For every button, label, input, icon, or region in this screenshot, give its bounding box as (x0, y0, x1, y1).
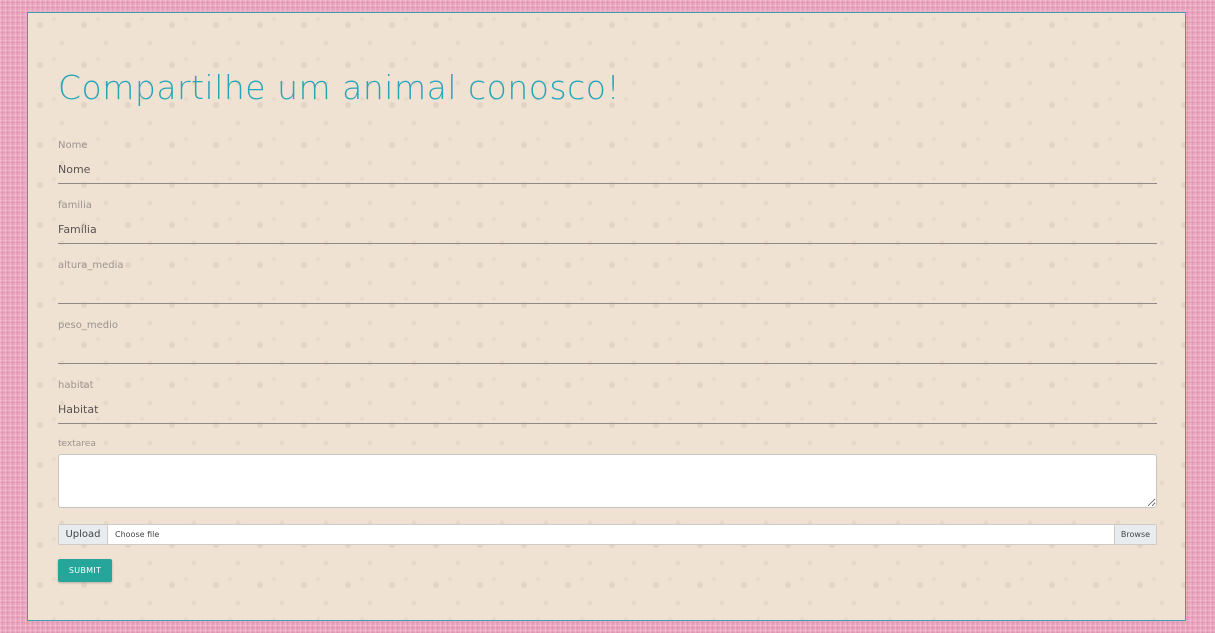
field-nome: Nome (58, 140, 1157, 190)
peso-medio-input[interactable] (58, 336, 1157, 364)
field-peso-medio: peso_medio (58, 320, 1157, 370)
description-textarea[interactable] (58, 454, 1157, 508)
textarea-label: textarea (58, 439, 96, 449)
field-label-nome: Nome (58, 140, 88, 151)
page-title: Compartilhe um animal conosco! (58, 68, 621, 107)
choose-file-field[interactable]: Choose file (108, 525, 1114, 544)
field-label-altura-media: altura_media (58, 260, 124, 271)
field-label-peso-medio: peso_medio (58, 320, 118, 331)
field-label-habitat: habitat (58, 380, 94, 391)
field-label-familia: familia (58, 200, 92, 211)
field-familia: familia (58, 200, 1157, 250)
altura-media-input[interactable] (58, 276, 1157, 304)
nome-input[interactable] (58, 156, 1157, 184)
upload-addon-label: Upload (59, 525, 108, 544)
browse-button[interactable]: Browse (1114, 525, 1156, 544)
form-card: Compartilhe um animal conosco! Nome fami… (27, 12, 1186, 621)
file-upload[interactable]: Upload Choose file Browse (58, 524, 1157, 545)
submit-button[interactable]: SUBMIT (58, 559, 112, 582)
field-altura-media: altura_media (58, 260, 1157, 310)
habitat-input[interactable] (58, 396, 1157, 424)
field-habitat: habitat (58, 380, 1157, 430)
familia-input[interactable] (58, 216, 1157, 244)
